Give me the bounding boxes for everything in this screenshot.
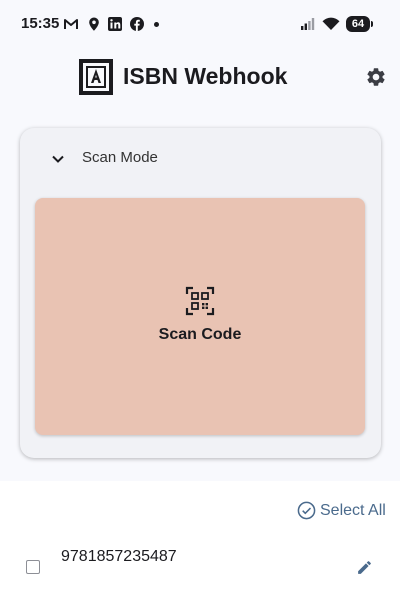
battery-icon: 64 <box>346 16 370 32</box>
status-time: 15:35 <box>21 15 60 32</box>
scan-code-label: Scan Code <box>158 326 242 343</box>
isbn-value: 9781857235487 <box>61 548 177 565</box>
location-pin-icon <box>89 17 99 31</box>
select-all-label: Select All <box>320 502 386 519</box>
check-circle-icon <box>297 501 316 520</box>
scan-code-button[interactable]: Scan Code <box>35 198 365 435</box>
row-checkbox[interactable] <box>26 560 40 574</box>
scan-card: Scan Mode Scan Code <box>20 128 381 458</box>
wifi-icon <box>322 17 340 30</box>
app-logo-icon <box>79 59 113 95</box>
notification-dot-icon <box>154 22 159 27</box>
chevron-down-icon[interactable] <box>50 151 66 167</box>
pencil-icon[interactable] <box>356 559 373 576</box>
gmail-icon <box>64 19 78 29</box>
facebook-icon <box>130 17 144 31</box>
status-bar: 15:35 64 <box>0 0 400 48</box>
signal-icon <box>301 18 315 30</box>
linkedin-icon <box>108 17 122 31</box>
qr-code-scan-icon <box>185 286 215 316</box>
isbn-list: Select All 9781857235487 <box>0 481 400 589</box>
gear-icon[interactable] <box>365 66 387 88</box>
app-title: ISBN Webhook <box>123 63 288 89</box>
battery-tip <box>371 21 373 27</box>
scan-mode-label: Scan Mode <box>82 149 158 166</box>
